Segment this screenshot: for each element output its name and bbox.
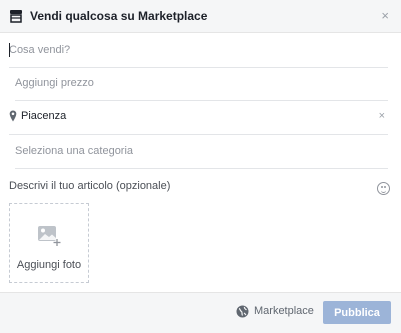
smiley-mouth <box>381 189 386 193</box>
sell-dialog: Vendi qualcosa su Marketplace × Piacenza… <box>0 0 401 333</box>
audience-label[interactable]: Marketplace <box>254 305 314 317</box>
add-photo-button[interactable]: Aggiungi foto <box>9 203 89 283</box>
item-title-field[interactable] <box>9 33 388 68</box>
clear-location-icon[interactable]: × <box>379 110 385 122</box>
storefront-icon <box>10 10 22 23</box>
location-value: Piacenza <box>21 110 67 122</box>
category-select[interactable] <box>15 134 388 168</box>
map-pin-icon <box>9 110 17 122</box>
close-icon[interactable]: × <box>381 8 389 23</box>
price-field[interactable] <box>15 66 388 101</box>
dialog-footer: Marketplace Pubblica <box>0 292 401 333</box>
description-input[interactable]: Descrivi il tuo articolo (opzionale) <box>9 180 170 192</box>
publish-button[interactable]: Pubblica <box>323 301 391 324</box>
category-field[interactable] <box>15 134 388 169</box>
location-field[interactable]: Piacenza × <box>9 100 388 135</box>
dialog-header: Vendi qualcosa su Marketplace × <box>0 0 401 33</box>
text-cursor <box>9 43 10 57</box>
photo-add-icon <box>38 226 61 246</box>
smiley-icon[interactable] <box>377 182 390 195</box>
add-photo-label: Aggiungi foto <box>16 259 82 271</box>
item-title-input[interactable] <box>9 33 388 67</box>
dialog-title: Vendi qualcosa su Marketplace <box>30 9 208 23</box>
globe-icon[interactable] <box>236 305 249 318</box>
price-input[interactable] <box>15 66 388 100</box>
